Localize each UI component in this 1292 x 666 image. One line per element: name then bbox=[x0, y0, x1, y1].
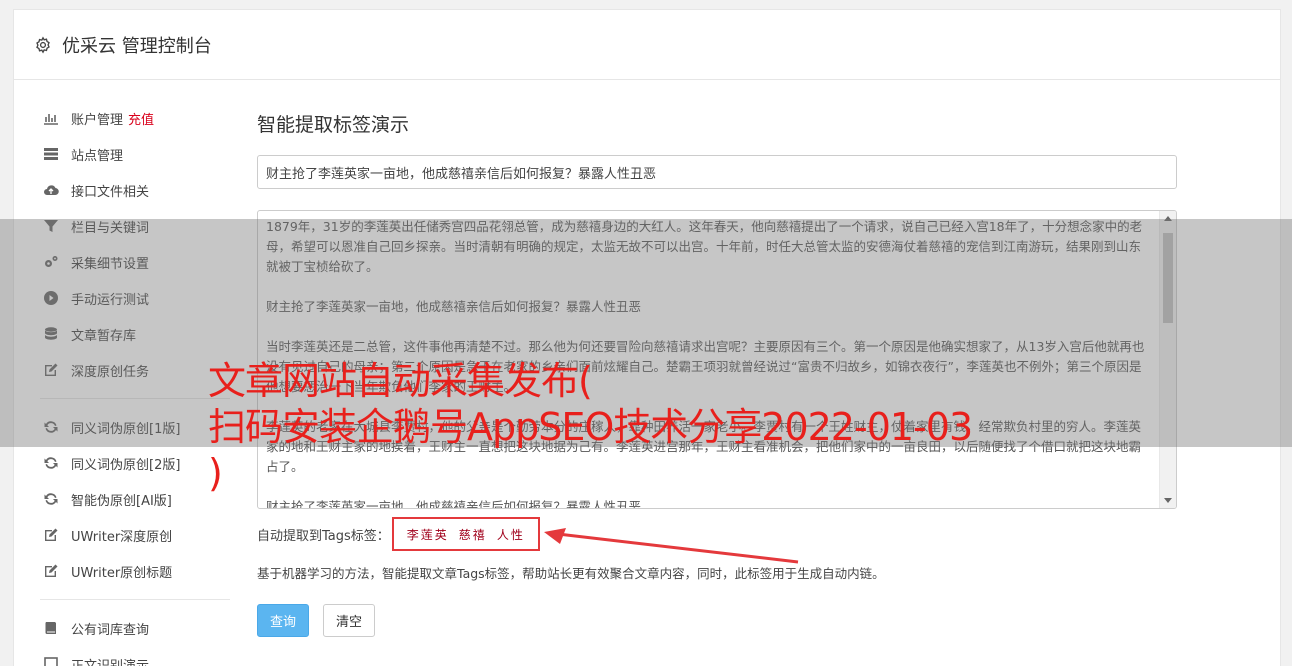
refresh-icon bbox=[42, 491, 60, 507]
book-icon bbox=[42, 620, 60, 636]
query-button[interactable]: 查询 bbox=[257, 604, 310, 637]
sidebar-item-interface[interactable]: 接口文件相关 bbox=[42, 172, 232, 208]
square-icon bbox=[42, 656, 60, 666]
watermark-line: ) bbox=[208, 451, 223, 495]
sidebar-item-sites[interactable]: 站点管理 bbox=[42, 136, 232, 172]
recharge-link[interactable]: 充值 bbox=[128, 109, 154, 128]
sidebar-item-label: 站点管理 bbox=[71, 148, 124, 164]
sidebar-item-body-detect[interactable]: 正文识别演示 bbox=[42, 646, 232, 666]
page-title: 优采云 管理控制台 bbox=[62, 35, 212, 57]
section-heading: 智能提取标签演示 bbox=[257, 114, 410, 136]
refresh-icon bbox=[42, 455, 60, 471]
gear-icon bbox=[36, 36, 50, 53]
sidebar-item-label: 公有词库查询 bbox=[71, 622, 150, 638]
tag-item[interactable]: 李莲英 bbox=[407, 526, 449, 543]
sidebar-item-label: 正文识别演示 bbox=[71, 658, 150, 666]
cloud-upload-icon bbox=[42, 182, 60, 198]
sidebar-item-account[interactable]: 账户管理 充值 bbox=[42, 100, 232, 136]
annotation-arrow-icon bbox=[544, 528, 799, 564]
sidebar-item-uwriter-deep[interactable]: UWriter深度原创 bbox=[42, 517, 232, 553]
sidebar-divider bbox=[40, 599, 230, 600]
sidebar-item-label: 智能伪原创[AI版] bbox=[71, 493, 172, 509]
tag-item[interactable]: 人性 bbox=[497, 526, 525, 543]
sidebar-item-label: 账户管理 bbox=[71, 112, 124, 128]
watermark-line: 扫码安装企鹅号AppSEO技术分享2022-01-03 bbox=[208, 405, 973, 449]
title-input[interactable] bbox=[257, 155, 1177, 189]
tag-item[interactable]: 慈禧 bbox=[459, 526, 487, 543]
sidebar-item-label: UWriter深度原创 bbox=[71, 529, 173, 545]
sidebar-item-label: 接口文件相关 bbox=[71, 184, 150, 200]
watermark-line: 文章网站自动采集发布( bbox=[208, 359, 593, 403]
sidebar-item-ai-rewrite[interactable]: 智能伪原创[AI版] bbox=[42, 481, 232, 517]
bar-chart-icon bbox=[42, 110, 60, 126]
button-row: 查询 清空 bbox=[257, 604, 1177, 637]
sidebar-item-synonym-v2[interactable]: 同义词伪原创[2版] bbox=[42, 445, 232, 481]
sidebar-item-public-dict[interactable]: 公有词库查询 bbox=[42, 610, 232, 646]
clear-button[interactable]: 清空 bbox=[323, 604, 376, 637]
sidebar-item-label: 同义词伪原创[2版] bbox=[71, 457, 181, 473]
sidebar-item-label: UWriter原创标题 bbox=[71, 565, 173, 581]
panel-header: 优采云 管理控制台 bbox=[14, 10, 1280, 80]
tags-label: 自动提取到Tags标签： bbox=[257, 528, 390, 544]
edit-icon bbox=[42, 527, 60, 543]
scroll-down-arrow[interactable] bbox=[1164, 498, 1172, 503]
sidebar-item-uwriter-title[interactable]: UWriter原创标题 bbox=[42, 553, 232, 589]
content-paragraph: 财主抢了李莲英家一亩地，他成慈禧亲信后如何报复？暴露人性丑恶 bbox=[266, 499, 642, 509]
edit-icon bbox=[42, 563, 60, 579]
tags-box: 李莲英 慈禧 人性 bbox=[391, 517, 540, 551]
watermark-text: 文章网站自动采集发布( 扫码安装企鹅号AppSEO技术分享2022-01-03 … bbox=[208, 358, 1108, 496]
server-icon bbox=[42, 146, 60, 162]
